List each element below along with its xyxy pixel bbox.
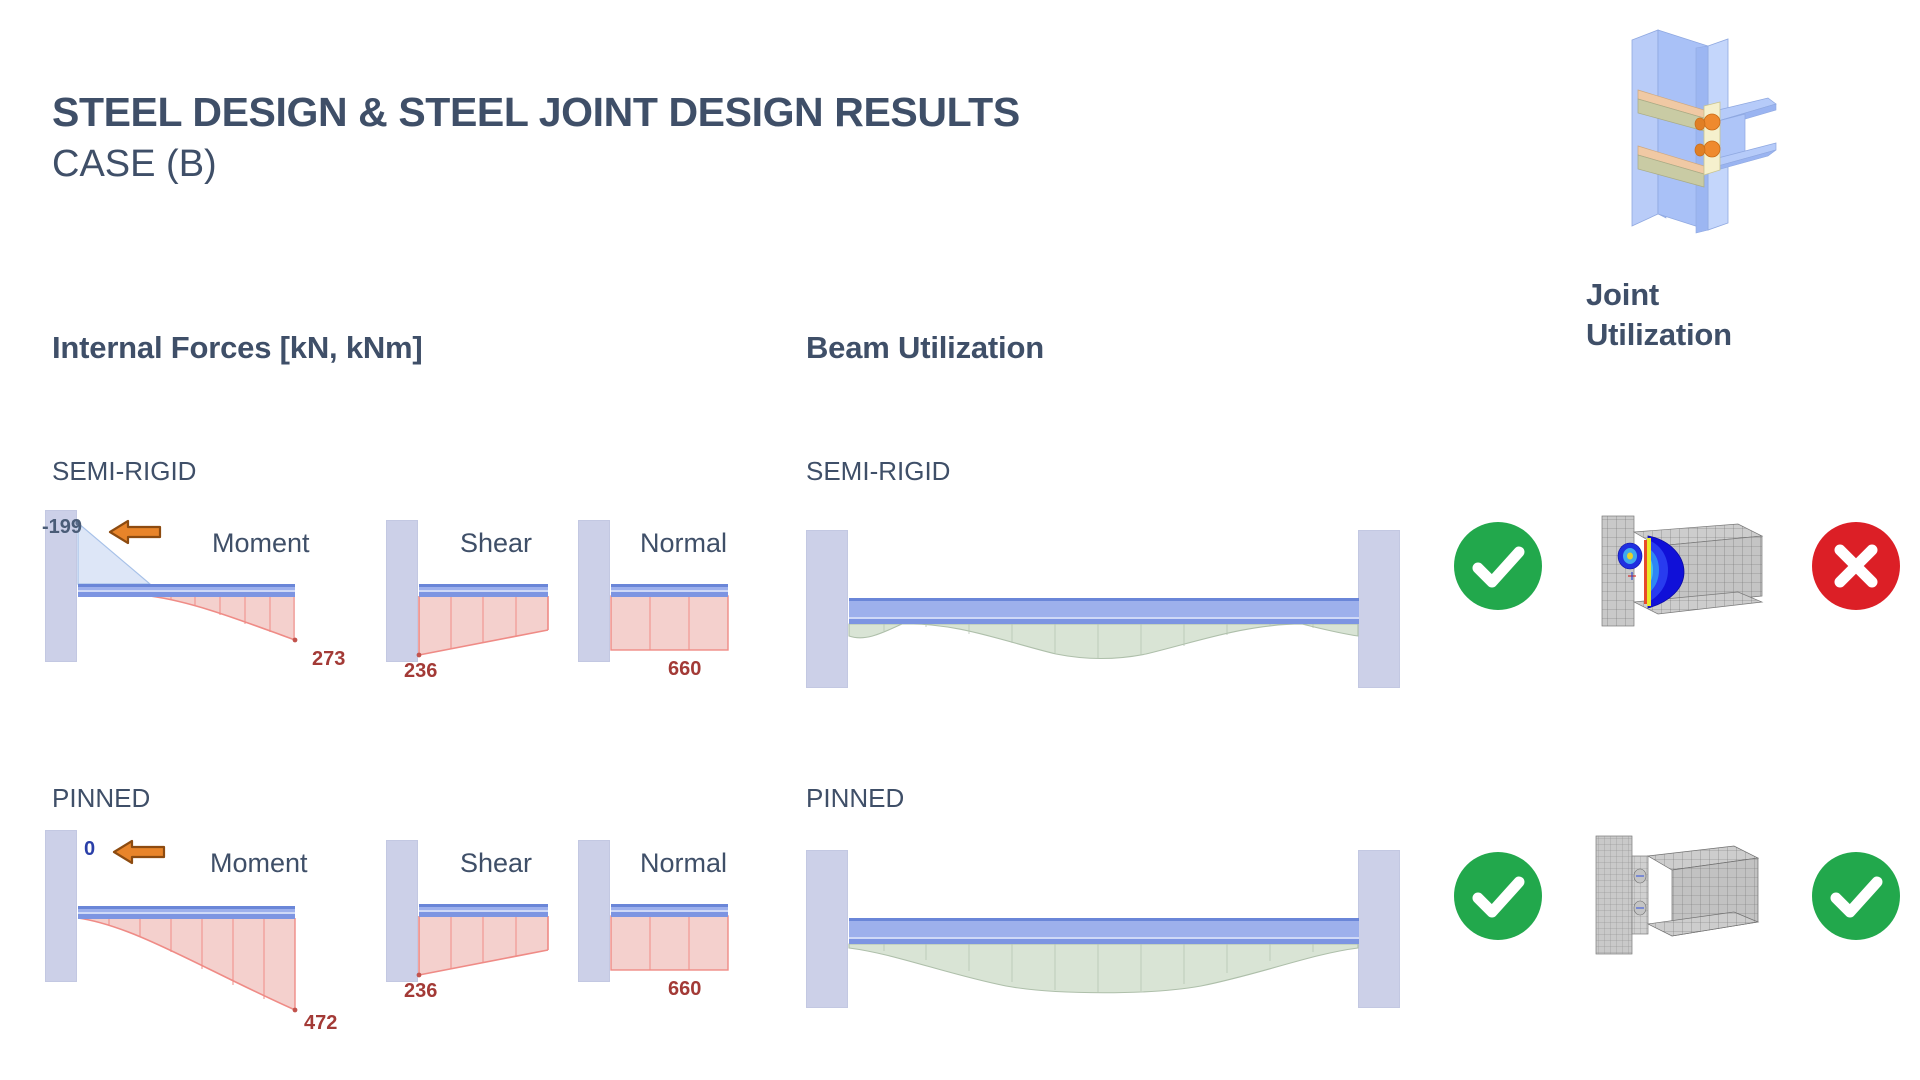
diagram-label-moment-pinned: Moment [210,848,308,878]
cross-icon [1834,544,1878,588]
page-subtitle: CASE (B) [52,142,217,185]
beam-element [849,598,1359,624]
diagram-label-normal-semi-rigid: Normal [640,528,728,558]
joint-status-badge-pinned[interactable] [1812,852,1900,940]
check-icon [1472,876,1525,918]
moment-span-value-semi-rigid: 273 [312,648,346,670]
beam-element [419,904,548,917]
moment-span-value-pinned: 472 [304,1012,338,1034]
beam-element [849,918,1359,944]
section-heading-joint-utilization: Joint Utilization [1586,275,1846,354]
moment-support-value-pinned: 0 [84,838,96,860]
check-icon [1472,546,1525,588]
joint-fem-mesh-stressed-icon [1598,510,1770,630]
beam-utilization-diagram-semi-rigid [806,512,1406,688]
beam-element [611,584,728,597]
beam-element [419,584,548,597]
beam-element [611,904,728,917]
slide-root: STEEL DESIGN & STEEL JOINT DESIGN RESULT… [0,0,1920,1080]
case-label-beam-semi-rigid: SEMI-RIGID [806,456,951,486]
arrow-left-icon [112,838,166,866]
case-label-internal-pinned: PINNED [52,783,151,813]
shear-value-semi-rigid: 236 [404,660,438,682]
case-label-beam-pinned: PINNED [806,783,905,813]
case-label-internal-semi-rigid: SEMI-RIGID [52,456,197,486]
title-block: STEEL DESIGN & STEEL JOINT DESIGN RESULT… [52,89,1020,188]
beam-utilization-diagram-pinned [806,832,1406,1008]
diagram-label-normal-pinned: Normal [640,848,728,878]
diagram-label-shear-pinned: Shear [460,848,533,878]
beam-element [78,906,295,919]
normal-value-pinned: 660 [668,978,702,1000]
beam-element [78,584,295,597]
diagram-label-shear-semi-rigid: Shear [460,528,533,558]
joint-status-badge-semi-rigid[interactable] [1812,522,1900,610]
page-title: STEEL DESIGN & STEEL JOINT DESIGN RESULT… [52,89,1020,135]
section-heading-internal-forces: Internal Forces [kN, kNm] [52,330,423,365]
section-heading-beam-utilization: Beam Utilization [806,330,1044,365]
normal-value-semi-rigid: 660 [668,658,702,680]
moment-support-value-semi-rigid: -199 [42,516,83,538]
beam-status-badge-pinned[interactable] [1454,852,1542,940]
joint-fem-mesh-icon [1592,832,1764,962]
beam-status-badge-semi-rigid[interactable] [1454,522,1542,610]
joint-utilization-line1: Joint [1586,277,1660,312]
diagram-label-moment-semi-rigid: Moment [212,528,310,558]
joint-utilization-line2: Utilization [1586,316,1732,352]
arrow-left-icon [108,518,162,546]
check-icon [1830,876,1883,918]
steel-joint-3d-icon [1600,18,1850,238]
shear-value-pinned: 236 [404,980,438,1002]
